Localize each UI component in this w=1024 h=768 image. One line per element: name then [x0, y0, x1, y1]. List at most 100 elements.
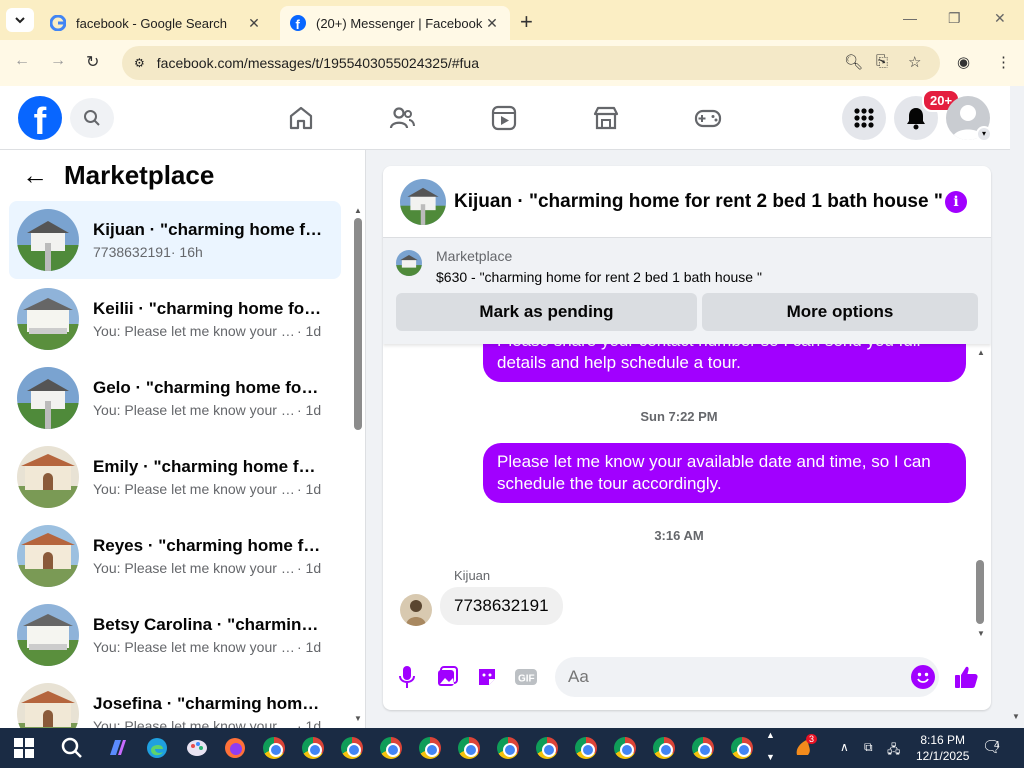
- scroll-down-arrow-icon[interactable]: ▼: [977, 629, 985, 638]
- chrome-icon[interactable]: [535, 736, 559, 760]
- conversation-item[interactable]: Keilii · "charming home for rent 2 bed 1…: [9, 280, 341, 358]
- browser-menu-icon[interactable]: ⋮: [996, 53, 1011, 71]
- conversation-item[interactable]: Emily · "charming home for rent 2 bed 1 …: [9, 438, 341, 516]
- listing-thumbnail: [17, 367, 79, 429]
- conversation-item[interactable]: Josefina · "charming home for rent 2 bed…: [9, 675, 341, 728]
- new-tab-button[interactable]: +: [520, 9, 533, 35]
- gaming-nav[interactable]: [692, 102, 724, 134]
- chrome-icon[interactable]: [730, 736, 754, 760]
- info-icon[interactable]: i: [945, 191, 967, 213]
- menu-button[interactable]: [842, 96, 886, 140]
- windows-start-icon[interactable]: [12, 736, 36, 760]
- chat-title[interactable]: Kijuan · "charming home for rent 2 bed 1…: [454, 191, 943, 213]
- search-button[interactable]: [70, 98, 114, 138]
- forward-arrow-icon[interactable]: →: [50, 52, 66, 70]
- listing-thumbnail[interactable]: [400, 178, 446, 225]
- network-icon[interactable]: 🖧︎: [887, 740, 900, 761]
- close-icon[interactable]: ✕: [246, 15, 262, 32]
- conversation-item[interactable]: Kijuan · "charming home for rent 2 bed 1…: [9, 201, 341, 279]
- marketplace-nav[interactable]: [590, 102, 622, 134]
- gamepad-icon: [694, 109, 722, 128]
- chat-scrollbar[interactable]: [976, 560, 984, 624]
- message-input[interactable]: [555, 657, 939, 697]
- minimize-icon[interactable]: —: [903, 10, 917, 26]
- chrome-icon[interactable]: [613, 736, 637, 760]
- chrome-icon[interactable]: [691, 736, 715, 760]
- chevron-down-icon[interactable]: ▾: [976, 126, 992, 142]
- taskbar-overflow-down-icon[interactable]: ▼: [766, 752, 775, 762]
- mark-as-pending-button[interactable]: Mark as pending: [396, 293, 697, 331]
- chrome-icon[interactable]: [301, 736, 325, 760]
- svg-text:f: f: [296, 17, 301, 31]
- reload-icon[interactable]: ↻: [86, 52, 99, 72]
- tab-search-menu-button[interactable]: [6, 8, 34, 32]
- profile-icon[interactable]: ◉: [957, 53, 970, 71]
- scroll-down-arrow-icon[interactable]: ▼: [354, 714, 362, 723]
- conversation-item[interactable]: Reyes · "charming home for rent 2 bed 1 …: [9, 517, 341, 595]
- page-scroll-down-arrow-icon[interactable]: ▼: [1012, 712, 1020, 721]
- taskbar-overflow-up-icon[interactable]: ▲: [766, 730, 775, 740]
- url-bar[interactable]: ⚙ facebook.com/messages/t/19554030550243…: [122, 46, 940, 80]
- facebook-logo[interactable]: f: [18, 96, 62, 140]
- conversation-name: Keilii · "charming home for rent 2 bed 1…: [93, 299, 323, 318]
- more-options-button[interactable]: More options: [702, 293, 978, 331]
- chat-panel: Kijuan · "charming home for rent 2 bed 1…: [383, 166, 991, 710]
- chrome-icon[interactable]: [574, 736, 598, 760]
- show-hidden-icons-icon[interactable]: ∧: [840, 740, 849, 754]
- sticker-icon[interactable]: [474, 664, 500, 690]
- video-nav[interactable]: [488, 102, 520, 134]
- conversation-preview: You: Please let me know your available d…: [93, 718, 297, 728]
- taskbar-search-icon[interactable]: [60, 736, 84, 760]
- chrome-icon[interactable]: [379, 736, 403, 760]
- edge-icon[interactable]: [145, 736, 169, 760]
- sidebar-scrollbar[interactable]: [354, 218, 362, 430]
- outgoing-message[interactable]: Please let me know your available date a…: [483, 443, 966, 503]
- chrome-icon[interactable]: [652, 736, 676, 760]
- grid-menu-icon: [854, 108, 874, 128]
- emoji-icon[interactable]: [911, 665, 935, 689]
- copilot-icon[interactable]: [105, 736, 129, 760]
- url-text: facebook.com/messages/t/1955403055024325…: [156, 55, 480, 71]
- meet-now-icon[interactable]: ⧉: [864, 740, 873, 755]
- listing-thumbnail: [17, 288, 79, 350]
- incoming-message[interactable]: 7738632191: [440, 587, 563, 625]
- clock-time: 8:16 PM: [920, 733, 966, 747]
- site-settings-icon[interactable]: ⚙: [134, 56, 145, 70]
- chrome-icon[interactable]: [457, 736, 481, 760]
- firefox-icon[interactable]: [223, 736, 247, 760]
- facebook-icon: f: [290, 15, 306, 31]
- zoom-icon[interactable]: 🔍︎: [844, 53, 863, 71]
- photo-icon[interactable]: [434, 664, 460, 690]
- chrome-icon[interactable]: [340, 736, 364, 760]
- conversation-item[interactable]: Betsy Carolina · "charming home for rent…: [9, 596, 341, 674]
- browser-tab-messenger[interactable]: f (20+) Messenger | Facebook ✕: [280, 6, 510, 40]
- restore-icon[interactable]: ❐: [948, 10, 961, 27]
- conversation-item[interactable]: Gelo · "charming home for rent 2 bed 1 b…: [9, 359, 341, 437]
- gif-icon[interactable]: GIF: [513, 664, 539, 690]
- install-app-icon[interactable]: ⎘: [876, 53, 888, 70]
- back-arrow-icon[interactable]: ←: [14, 52, 30, 70]
- close-icon[interactable]: ✕: [484, 15, 500, 32]
- chrome-icon[interactable]: [418, 736, 442, 760]
- listing-thumbnail: [17, 683, 79, 728]
- conversation-name: Emily · "charming home for rent 2 bed 1 …: [93, 457, 323, 476]
- home-nav[interactable]: [285, 102, 317, 134]
- paint-icon[interactable]: [185, 736, 209, 760]
- back-arrow-icon[interactable]: ←: [22, 160, 48, 191]
- conversation-preview: You: Please let me know your available d…: [93, 639, 297, 655]
- bookmark-star-icon[interactable]: ☆: [908, 53, 921, 71]
- taskbar-clock[interactable]: 8:16 PM 12/1/2025: [916, 732, 969, 764]
- browser-tab-google[interactable]: facebook - Google Search ✕: [40, 6, 272, 40]
- thumbs-up-icon[interactable]: [953, 664, 979, 690]
- chrome-icon[interactable]: [262, 736, 286, 760]
- friends-nav[interactable]: [386, 102, 418, 134]
- sender-avatar[interactable]: [400, 594, 432, 626]
- scroll-up-arrow-icon[interactable]: ▲: [977, 348, 985, 357]
- listing-price-title[interactable]: $630 - "charming home for rent 2 bed 1 b…: [436, 269, 762, 285]
- window-close-icon[interactable]: ✕: [994, 10, 1006, 27]
- outgoing-message[interactable]: Please share your contact number so I ca…: [483, 344, 966, 382]
- microphone-icon[interactable]: [394, 664, 420, 690]
- scroll-up-arrow-icon[interactable]: ▲: [354, 206, 362, 215]
- chrome-icon[interactable]: [496, 736, 520, 760]
- conversation-time: · 1d: [297, 560, 322, 576]
